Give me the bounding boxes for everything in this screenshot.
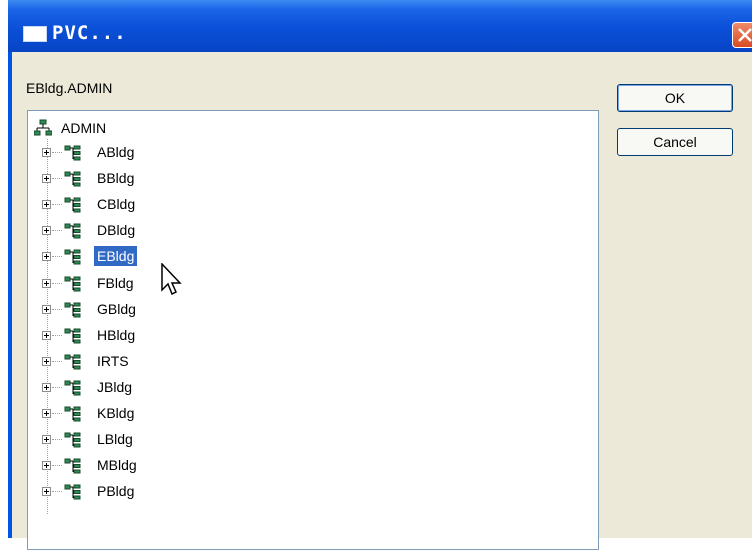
- building-node-icon: [64, 380, 81, 396]
- tree-node-label: DBldg: [97, 222, 136, 239]
- tree-connector-line: [52, 152, 62, 153]
- tree-view[interactable]: ADMIN ABldg BBldg CBldg DBldg EBldg FBldg GBld…: [27, 110, 599, 550]
- tree-connector-line: [52, 334, 62, 336]
- building-node-icon: [64, 145, 81, 161]
- tree-node-mbldg[interactable]: MBldg: [28, 454, 588, 480]
- tree-node-lbldg[interactable]: LBldg: [28, 428, 588, 454]
- tree-connector-line: [52, 204, 62, 206]
- title-bar[interactable]: PVC...: [8, 0, 752, 52]
- tree-node-label: ABldg: [97, 144, 135, 160]
- expand-icon[interactable]: [42, 252, 51, 262]
- tree-node-hbldg[interactable]: HBldg: [28, 324, 588, 350]
- expand-icon[interactable]: [42, 487, 51, 497]
- expand-icon[interactable]: [42, 148, 51, 157]
- window-title: PVC...: [52, 22, 127, 44]
- building-node-icon: [64, 249, 81, 265]
- selected-path-label: EBldg.ADMIN: [26, 80, 113, 96]
- tree-node-label: IRTS: [97, 352, 129, 369]
- tree-connector-line: [52, 178, 62, 180]
- expand-icon[interactable]: [42, 200, 51, 210]
- close-icon: [738, 28, 752, 42]
- ok-button[interactable]: OK: [617, 84, 733, 112]
- building-node-icon: [64, 432, 81, 448]
- tree-node-label: FBldg: [97, 274, 134, 291]
- tree-node-cbldg[interactable]: CBldg: [28, 193, 588, 219]
- building-node-icon: [64, 354, 81, 370]
- tree-node-label: MBldg: [97, 457, 137, 474]
- tree-connector-line: [52, 491, 62, 493]
- expand-icon[interactable]: [42, 461, 51, 471]
- building-node-icon: [64, 171, 81, 187]
- building-node-icon: [64, 406, 81, 422]
- expand-icon[interactable]: [42, 382, 51, 392]
- expand-icon[interactable]: [42, 435, 51, 445]
- tree-connector-line: [52, 230, 62, 232]
- expand-icon[interactable]: [42, 356, 51, 366]
- building-node-icon: [64, 302, 81, 318]
- tree-node-label: BBldg: [97, 170, 135, 187]
- tree-node-label: LBldg: [97, 431, 133, 448]
- cancel-button[interactable]: Cancel: [617, 128, 733, 156]
- tree-connector-line: [52, 465, 62, 467]
- tree-node-ebldg[interactable]: EBldg: [28, 245, 588, 271]
- tree-node-label: JBldg: [97, 378, 133, 395]
- building-node-icon: [64, 197, 81, 213]
- building-node-icon: [64, 458, 81, 474]
- tree-node-kbldg[interactable]: KBldg: [28, 402, 588, 428]
- tree-connector-line: [52, 360, 62, 362]
- building-node-icon: [64, 328, 81, 344]
- tree-connector-line: [52, 308, 62, 310]
- tree-node-gbldg[interactable]: GBldg: [28, 298, 588, 324]
- expand-icon[interactable]: [42, 330, 51, 340]
- tree-connector-line: [52, 386, 62, 388]
- close-button[interactable]: [732, 22, 752, 48]
- tree-node-label: EBldg: [94, 246, 138, 267]
- tree-node-jbldg[interactable]: JBldg: [28, 376, 588, 402]
- tree-node-abldg[interactable]: ABldg: [28, 141, 588, 167]
- building-node-icon: [64, 223, 81, 239]
- building-node-icon: [64, 484, 81, 500]
- expand-icon[interactable]: [42, 304, 51, 314]
- tree-node-label: HBldg: [97, 326, 136, 343]
- tree-connector-line: [52, 282, 62, 284]
- tree-node-label: CBldg: [97, 196, 136, 213]
- building-node-icon: [64, 276, 81, 291]
- tree-node-label: PBldg: [97, 483, 135, 500]
- expand-icon[interactable]: [42, 226, 51, 236]
- tree-connector-line: [52, 256, 62, 258]
- expand-icon[interactable]: [42, 174, 51, 184]
- tree-node-pbldg[interactable]: PBldg: [28, 480, 588, 506]
- tree-node-bbldg[interactable]: BBldg: [28, 167, 588, 193]
- tree-connector-line: [52, 439, 62, 441]
- tree-connector-line: [52, 413, 62, 414]
- tree-node-dbldg[interactable]: DBldg: [28, 219, 588, 245]
- tree-root-label: ADMIN: [61, 120, 107, 136]
- tree-node-label: KBldg: [97, 405, 135, 421]
- expand-icon[interactable]: [42, 409, 51, 418]
- network-icon: [34, 119, 52, 136]
- tree-node-fbldg[interactable]: FBldg: [28, 272, 588, 298]
- expand-icon[interactable]: [42, 278, 51, 288]
- tree-node-irts[interactable]: IRTS: [28, 350, 588, 376]
- window-icon: [23, 26, 47, 42]
- tree-root-admin[interactable]: ADMIN: [34, 117, 109, 139]
- mouse-cursor-icon: [161, 263, 182, 296]
- tree-node-label: GBldg: [97, 300, 136, 317]
